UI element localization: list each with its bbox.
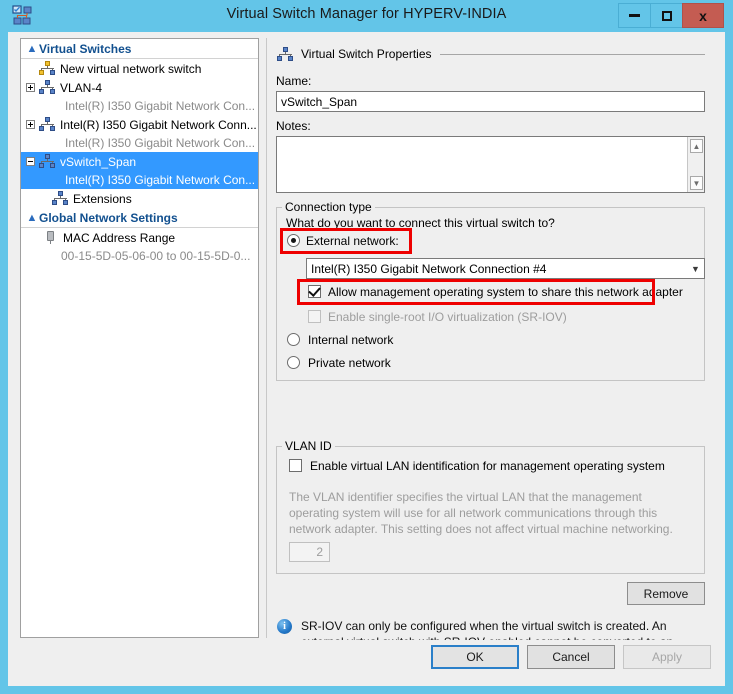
- mac-address-icon: [42, 230, 59, 245]
- tree-item-label: MAC Address Range: [63, 230, 176, 245]
- tree-item-label: New virtual network switch: [60, 61, 202, 76]
- extensions-icon: [52, 191, 69, 206]
- switch-name-input[interactable]: [276, 91, 705, 112]
- tree-item-extensions[interactable]: Extensions: [21, 189, 258, 208]
- vlan-id-input[interactable]: 2: [289, 542, 330, 562]
- dialog-footer: OK Cancel Apply: [8, 640, 725, 686]
- navigation-tree[interactable]: ▲ Virtual Switches New virtual network s…: [20, 38, 259, 638]
- vlan-id-caption: VLAN ID: [282, 439, 335, 453]
- tree-item-intel-i350[interactable]: Intel(R) I350 Gigabit Network Conn...: [21, 115, 258, 134]
- virtual-switch-manager-window: Virtual Switch Manager for HYPERV-INDIA …: [0, 0, 733, 694]
- collapse-chevron-icon[interactable]: ▲: [25, 212, 39, 224]
- window-controls: x: [618, 3, 724, 28]
- virtual-switch-icon: [277, 46, 294, 62]
- dialog-client-area: ▲ Virtual Switches New virtual network s…: [8, 32, 725, 686]
- apply-button[interactable]: Apply: [623, 645, 711, 669]
- info-icon: i: [277, 619, 292, 634]
- virtual-switch-icon: [39, 80, 56, 95]
- properties-header: Virtual Switch Properties: [276, 45, 705, 63]
- notes-textarea[interactable]: ▲ ▼: [276, 136, 705, 193]
- name-label: Name:: [276, 74, 312, 88]
- collapse-chevron-icon[interactable]: ▲: [25, 43, 39, 55]
- tree-group-label: Virtual Switches: [39, 41, 132, 56]
- tree-item-label: Intel(R) I350 Gigabit Network Conn...: [60, 117, 257, 132]
- sriov-checkbox: [308, 310, 321, 323]
- chevron-down-icon[interactable]: ▼: [687, 264, 704, 274]
- internal-network-label[interactable]: Internal network: [308, 333, 393, 347]
- network-adapter-combo[interactable]: Intel(R) I350 Gigabit Network Connection…: [306, 258, 705, 279]
- tree-item-label: VLAN-4: [60, 80, 103, 95]
- sriov-label: Enable single-root I/O virtualization (S…: [328, 310, 567, 324]
- tree-subitem-label: Intel(R) I350 Gigabit Network Con...: [65, 136, 256, 150]
- enable-vlan-checkbox[interactable]: [289, 459, 302, 472]
- private-network-label[interactable]: Private network: [308, 356, 391, 370]
- internal-network-radio[interactable]: [287, 333, 300, 346]
- external-network-label[interactable]: External network:: [306, 234, 399, 248]
- tree-subitem-adapter[interactable]: Intel(R) I350 Gigabit Network Con...: [21, 97, 258, 115]
- close-icon: x: [699, 7, 707, 24]
- tree-item-mac-address-range[interactable]: MAC Address Range: [21, 228, 258, 247]
- tree-item-label: Extensions: [73, 191, 132, 206]
- notes-scrollbar[interactable]: ▲ ▼: [687, 137, 704, 192]
- maximize-button[interactable]: [650, 3, 683, 28]
- expander-intel-i350[interactable]: [23, 115, 38, 134]
- tree-subitem-adapter[interactable]: Intel(R) I350 Gigabit Network Con...: [21, 134, 258, 152]
- virtual-switch-icon: [39, 154, 56, 169]
- remove-button[interactable]: Remove: [627, 582, 705, 605]
- cancel-button[interactable]: Cancel: [527, 645, 615, 669]
- header-divider: [439, 53, 705, 55]
- network-adapter-value: Intel(R) I350 Gigabit Network Connection…: [311, 261, 547, 276]
- expander-vswitch-span[interactable]: [23, 152, 38, 171]
- external-network-radio[interactable]: [287, 234, 300, 247]
- connection-type-question: What do you want to connect this virtual…: [286, 216, 555, 230]
- scroll-up-arrow-icon[interactable]: ▲: [690, 139, 703, 153]
- notes-label: Notes:: [276, 119, 311, 133]
- connection-type-caption: Connection type: [282, 200, 375, 214]
- tree-subitem-label: Intel(R) I350 Gigabit Network Con...: [65, 173, 256, 187]
- properties-panel: Virtual Switch Properties Name: Notes: ▲…: [266, 38, 713, 665]
- tree-content: ▲ Virtual Switches New virtual network s…: [21, 39, 258, 637]
- tree-subitem-label: Intel(R) I350 Gigabit Network Con...: [65, 99, 256, 113]
- scroll-down-arrow-icon[interactable]: ▼: [690, 176, 703, 190]
- tree-group-virtual-switches[interactable]: ▲ Virtual Switches: [21, 39, 258, 59]
- vlan-description: The VLAN identifier specifies the virtua…: [289, 490, 673, 536]
- properties-header-label: Virtual Switch Properties: [301, 47, 432, 61]
- minimize-button[interactable]: [618, 3, 651, 28]
- maximize-icon: [661, 10, 672, 21]
- tree-group-label: Global Network Settings: [39, 210, 178, 225]
- tree-subitem-adapter-selected[interactable]: Intel(R) I350 Gigabit Network Con...: [21, 171, 258, 189]
- tree-group-global-network-settings[interactable]: ▲ Global Network Settings: [21, 208, 258, 228]
- expander-placeholder: [23, 59, 38, 78]
- ok-button[interactable]: OK: [431, 645, 519, 669]
- tree-item-new-virtual-network-switch[interactable]: New virtual network switch: [21, 59, 258, 78]
- allow-management-label[interactable]: Allow management operating system to sha…: [328, 285, 683, 299]
- enable-vlan-label[interactable]: Enable virtual LAN identification for ma…: [310, 459, 665, 473]
- tree-item-vlan-4[interactable]: VLAN-4: [21, 78, 258, 97]
- expander-vlan-4[interactable]: [23, 78, 38, 97]
- virtual-switch-icon: [39, 117, 56, 132]
- tree-item-vswitch-span[interactable]: vSwitch_Span: [21, 152, 258, 171]
- tree-subitem-mac-range[interactable]: 00-15-5D-05-06-00 to 00-15-5D-0...: [21, 247, 258, 265]
- private-network-radio[interactable]: [287, 356, 300, 369]
- title-bar: Virtual Switch Manager for HYPERV-INDIA …: [0, 0, 733, 32]
- minimize-icon: [629, 14, 640, 17]
- tree-item-label: vSwitch_Span: [60, 154, 137, 169]
- close-button[interactable]: x: [682, 3, 724, 28]
- allow-management-checkbox[interactable]: [308, 285, 321, 298]
- tree-subitem-label: 00-15-5D-05-06-00 to 00-15-5D-0...: [61, 249, 251, 263]
- new-virtual-switch-icon: [39, 61, 56, 76]
